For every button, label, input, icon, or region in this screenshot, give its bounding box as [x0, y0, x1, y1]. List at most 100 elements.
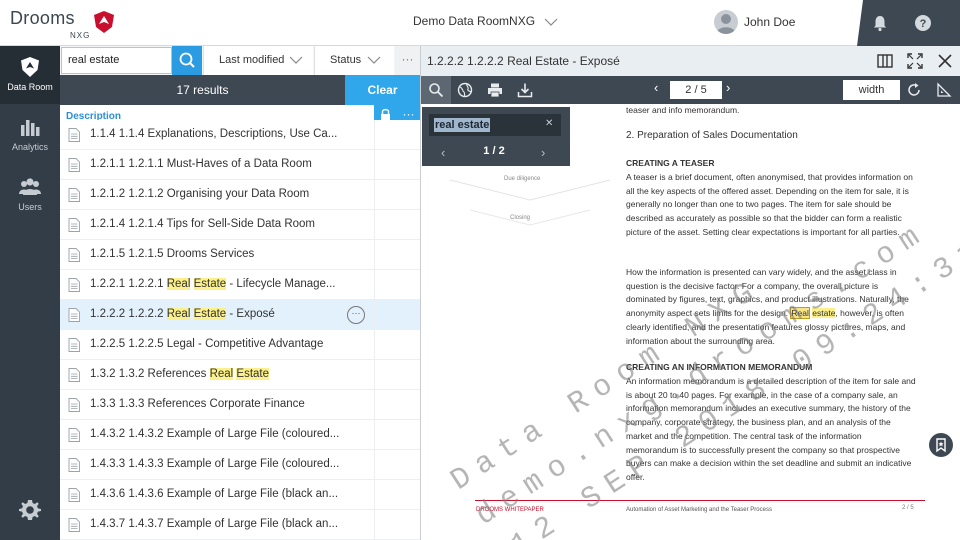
title-text: 1.3.2 1.3.2 References — [90, 368, 210, 380]
search-more-button[interactable]: ··· — [395, 46, 420, 75]
search-match: Real — [166, 278, 191, 290]
document-icon — [68, 308, 80, 322]
dataroom-selector[interactable]: Demo Data RoomNXG — [413, 14, 558, 28]
nav-item-users[interactable]: Users — [0, 166, 60, 224]
clear-button[interactable]: Clear — [345, 75, 420, 105]
document-icon — [68, 128, 80, 142]
list-item-title: 1.2.1.2 1.2.1.2 Organising your Data Roo… — [90, 188, 340, 200]
document-icon — [68, 218, 80, 232]
list-item[interactable]: 1.4.3.3 1.4.3.3 Example of Large File (c… — [60, 450, 420, 480]
list-item-title: 1.2.1.4 1.2.1.4 Tips for Sell-Side Data … — [90, 218, 340, 230]
document-icon — [68, 188, 80, 202]
list-item[interactable]: 1.2.2.1 1.2.2.1 Real Estate - Lifecycle … — [60, 270, 420, 300]
find-next-button[interactable]: › — [541, 145, 545, 160]
list-item[interactable]: 1.2.1.4 1.2.1.4 Tips for Sell-Side Data … — [60, 210, 420, 240]
next-page-button[interactable]: › — [726, 80, 730, 95]
list-item[interactable]: 1.2.2.5 1.2.2.5 Legal - Competitive Adva… — [60, 330, 420, 360]
column-divider — [374, 120, 375, 150]
list-item[interactable]: 1.4.3.7 1.4.3.7 Example of Large File (b… — [60, 510, 420, 540]
title-text: 1.2.1.5 1.2.1.5 Drooms Services — [90, 248, 255, 260]
doc-section-heading: 2. Preparation of Sales Documentation — [626, 130, 798, 141]
list-item-title: 1.1.4 1.1.4 Explanations, Descriptions, … — [90, 128, 340, 140]
help-icon[interactable]: ? — [914, 14, 932, 32]
title-text: - Lifecycle Manage... — [226, 278, 336, 290]
users-icon — [19, 178, 41, 195]
shield-icon — [21, 57, 39, 77]
list-item[interactable]: 1.4.3.6 1.4.3.6 Example of Large File (b… — [60, 480, 420, 510]
results-count: 17 results — [176, 83, 229, 97]
list-item[interactable]: 1.1.4 1.1.4 Explanations, Descriptions, … — [60, 120, 420, 150]
doc-footer-rule — [475, 500, 925, 501]
doc-footer-page: 2 / 5 — [902, 505, 914, 511]
title-text: 1.2.1.2 1.2.1.2 Organising your Data Roo… — [90, 188, 310, 200]
search-button[interactable] — [172, 46, 202, 75]
list-item[interactable]: 1.2.1.5 1.2.1.5 Drooms Services — [60, 240, 420, 270]
chevron-down-icon — [544, 18, 558, 26]
split-view-icon[interactable] — [877, 53, 893, 69]
page-number-input[interactable]: 2 / 5 — [670, 81, 722, 99]
clear-find-button[interactable]: ✕ — [545, 118, 553, 129]
search-match: Real — [166, 308, 191, 320]
column-divider — [374, 510, 375, 540]
download-icon[interactable] — [517, 82, 533, 98]
title-text: 1.4.3.6 1.4.3.6 Example of Large File (b… — [90, 488, 339, 500]
nav-label: Data Room — [7, 82, 53, 92]
doc-text-line: teaser and info memorandum. — [626, 105, 740, 115]
find-count: 1 / 2 — [483, 145, 505, 157]
bookmark-button[interactable] — [929, 433, 953, 457]
fullscreen-icon[interactable] — [907, 53, 923, 69]
list-item[interactable]: 1.3.2 1.3.2 References Real Estate — [60, 360, 420, 390]
rotate-icon[interactable] — [906, 82, 922, 98]
column-divider — [374, 480, 375, 510]
search-match: Estate — [236, 368, 270, 380]
title-text: 1.1.4 1.1.4 Explanations, Descriptions, … — [90, 128, 338, 140]
list-item[interactable]: 1.3.3 1.3.3 References Corporate Finance — [60, 390, 420, 420]
title-text: 1.4.3.3 1.4.3.3 Example of Large File (c… — [90, 458, 340, 470]
globe-icon[interactable] — [457, 82, 473, 98]
title-text: - Exposé — [226, 308, 275, 320]
print-icon[interactable] — [487, 82, 503, 98]
drooms-shield-icon — [94, 11, 114, 33]
row-more-button[interactable]: ··· — [347, 306, 365, 324]
list-item-title: 1.2.2.5 1.2.2.5 Legal - Competitive Adva… — [90, 338, 340, 350]
document-icon — [68, 368, 80, 382]
bell-icon[interactable] — [871, 14, 889, 32]
nav-item-data-room[interactable]: Data Room — [0, 46, 60, 104]
ruler-icon[interactable] — [936, 82, 952, 98]
document-icon — [68, 338, 80, 352]
column-divider — [374, 210, 375, 240]
column-divider — [374, 330, 375, 360]
list-item-title: 1.2.1.5 1.2.1.5 Drooms Services — [90, 248, 340, 260]
title-text: 1.2.1.1 1.2.1.1 Must-Haves of a Data Roo… — [90, 158, 312, 170]
list-item-title: 1.3.2 1.3.2 References Real Estate — [90, 368, 340, 380]
nav-item-analytics[interactable]: Analytics — [0, 106, 60, 164]
avatar — [714, 10, 738, 34]
search-input[interactable]: real estate — [61, 47, 172, 74]
filter-label: Status — [330, 54, 362, 66]
status-filter[interactable]: Status — [314, 46, 394, 75]
prev-page-button[interactable]: ‹ — [654, 80, 658, 95]
title-text: 1.2.2.2 1.2.2.2 — [90, 308, 167, 320]
bookmark-icon — [936, 438, 946, 453]
search-match: Estate — [193, 308, 227, 320]
document-icon — [68, 458, 80, 472]
zoom-mode-select[interactable]: width — [843, 80, 900, 100]
list-item-title: 1.4.3.3 1.4.3.3 Example of Large File (c… — [90, 458, 340, 470]
close-icon[interactable] — [937, 53, 953, 69]
nav-label: Analytics — [11, 142, 48, 152]
list-item-title: 1.2.1.1 1.2.1.1 Must-Haves of a Data Roo… — [90, 158, 340, 170]
find-prev-button[interactable]: ‹ — [441, 145, 445, 160]
search-icon — [429, 83, 444, 98]
gear-icon[interactable] — [18, 498, 42, 522]
title-text: 1.4.3.2 1.4.3.2 Example of Large File (c… — [90, 428, 340, 440]
list-item[interactable]: 1.2.2.2 1.2.2.2 Real Estate - Exposé ··· — [60, 300, 420, 330]
search-match: Estate — [193, 278, 227, 290]
title-text: 1.2.1.4 1.2.1.4 Tips for Sell-Side Data … — [90, 218, 316, 230]
last-modified-filter[interactable]: Last modified — [203, 46, 313, 75]
list-item[interactable]: 1.2.1.1 1.2.1.1 Must-Haves of a Data Roo… — [60, 150, 420, 180]
list-item[interactable]: 1.4.3.2 1.4.3.2 Example of Large File (c… — [60, 420, 420, 450]
list-item[interactable]: 1.2.1.2 1.2.1.2 Organising your Data Roo… — [60, 180, 420, 210]
column-divider — [374, 420, 375, 450]
bar-chart-icon — [21, 120, 40, 136]
document-icon — [68, 398, 80, 412]
